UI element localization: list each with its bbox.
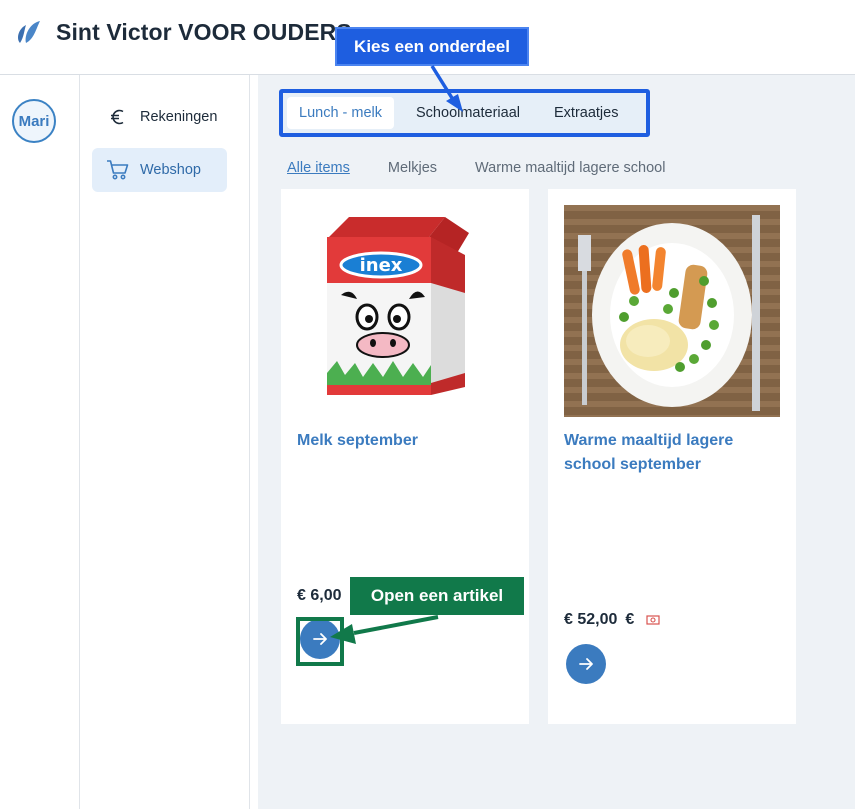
sidebar-item-rekeningen[interactable]: Rekeningen bbox=[92, 95, 227, 139]
plate-meal-image[interactable] bbox=[564, 205, 780, 417]
callout-open-article: Open een artikel bbox=[350, 577, 524, 615]
arrow-right-icon bbox=[579, 658, 593, 670]
price-value: € 6,00 bbox=[297, 587, 342, 604]
filter-melkjes[interactable]: Melkjes bbox=[388, 160, 437, 176]
arrow-right-icon bbox=[313, 633, 327, 645]
product-card: Warme maaltijd lagere school september €… bbox=[548, 189, 796, 724]
euro-icon bbox=[106, 105, 130, 129]
open-product-button[interactable] bbox=[566, 644, 606, 684]
sidebar-nav: Rekeningen Webshop bbox=[80, 75, 250, 809]
price-value: € 52,00 bbox=[564, 611, 618, 628]
app-logo-icon bbox=[18, 21, 40, 43]
sidebar-item-label: Webshop bbox=[140, 162, 201, 178]
product-title[interactable]: Warme maaltijd lagere school september bbox=[564, 429, 764, 477]
tab-lunch-melk[interactable]: Lunch - melk bbox=[287, 97, 395, 129]
filter-links: Alle items Melkjes Warme maaltijd lagere… bbox=[287, 160, 665, 176]
filter-warme-maaltijd[interactable]: Warme maaltijd lagere school bbox=[475, 160, 665, 176]
product-card: inex Melk september € 6,00 bbox=[281, 189, 529, 724]
tab-schoolmateriaal[interactable]: Schoolmateriaal bbox=[404, 97, 532, 129]
sidebar-item-webshop[interactable]: Webshop bbox=[92, 148, 227, 192]
app-title: Sint Victor VOOR OUDERS bbox=[56, 19, 352, 45]
currency-symbol: € bbox=[625, 611, 635, 628]
category-tabs: Lunch - melk Schoolmateriaal Extraatjes bbox=[283, 93, 646, 133]
left-rail bbox=[0, 75, 80, 809]
open-product-button[interactable] bbox=[300, 619, 340, 659]
product-price: € 52,00 € bbox=[564, 611, 660, 629]
filter-alle-items[interactable]: Alle items bbox=[287, 160, 350, 176]
tab-extraatjes[interactable]: Extraatjes bbox=[542, 97, 630, 129]
callout-choose-section: Kies een onderdeel bbox=[335, 27, 529, 66]
cash-icon bbox=[646, 615, 660, 625]
avatar[interactable]: Mari bbox=[12, 99, 56, 143]
milk-carton-image[interactable]: inex bbox=[317, 213, 487, 403]
svg-text:inex: inex bbox=[360, 255, 403, 276]
product-price: € 6,00 bbox=[297, 587, 341, 605]
sidebar-item-label: Rekeningen bbox=[140, 109, 218, 125]
product-title[interactable]: Melk september bbox=[297, 429, 418, 453]
cart-icon bbox=[106, 158, 130, 182]
